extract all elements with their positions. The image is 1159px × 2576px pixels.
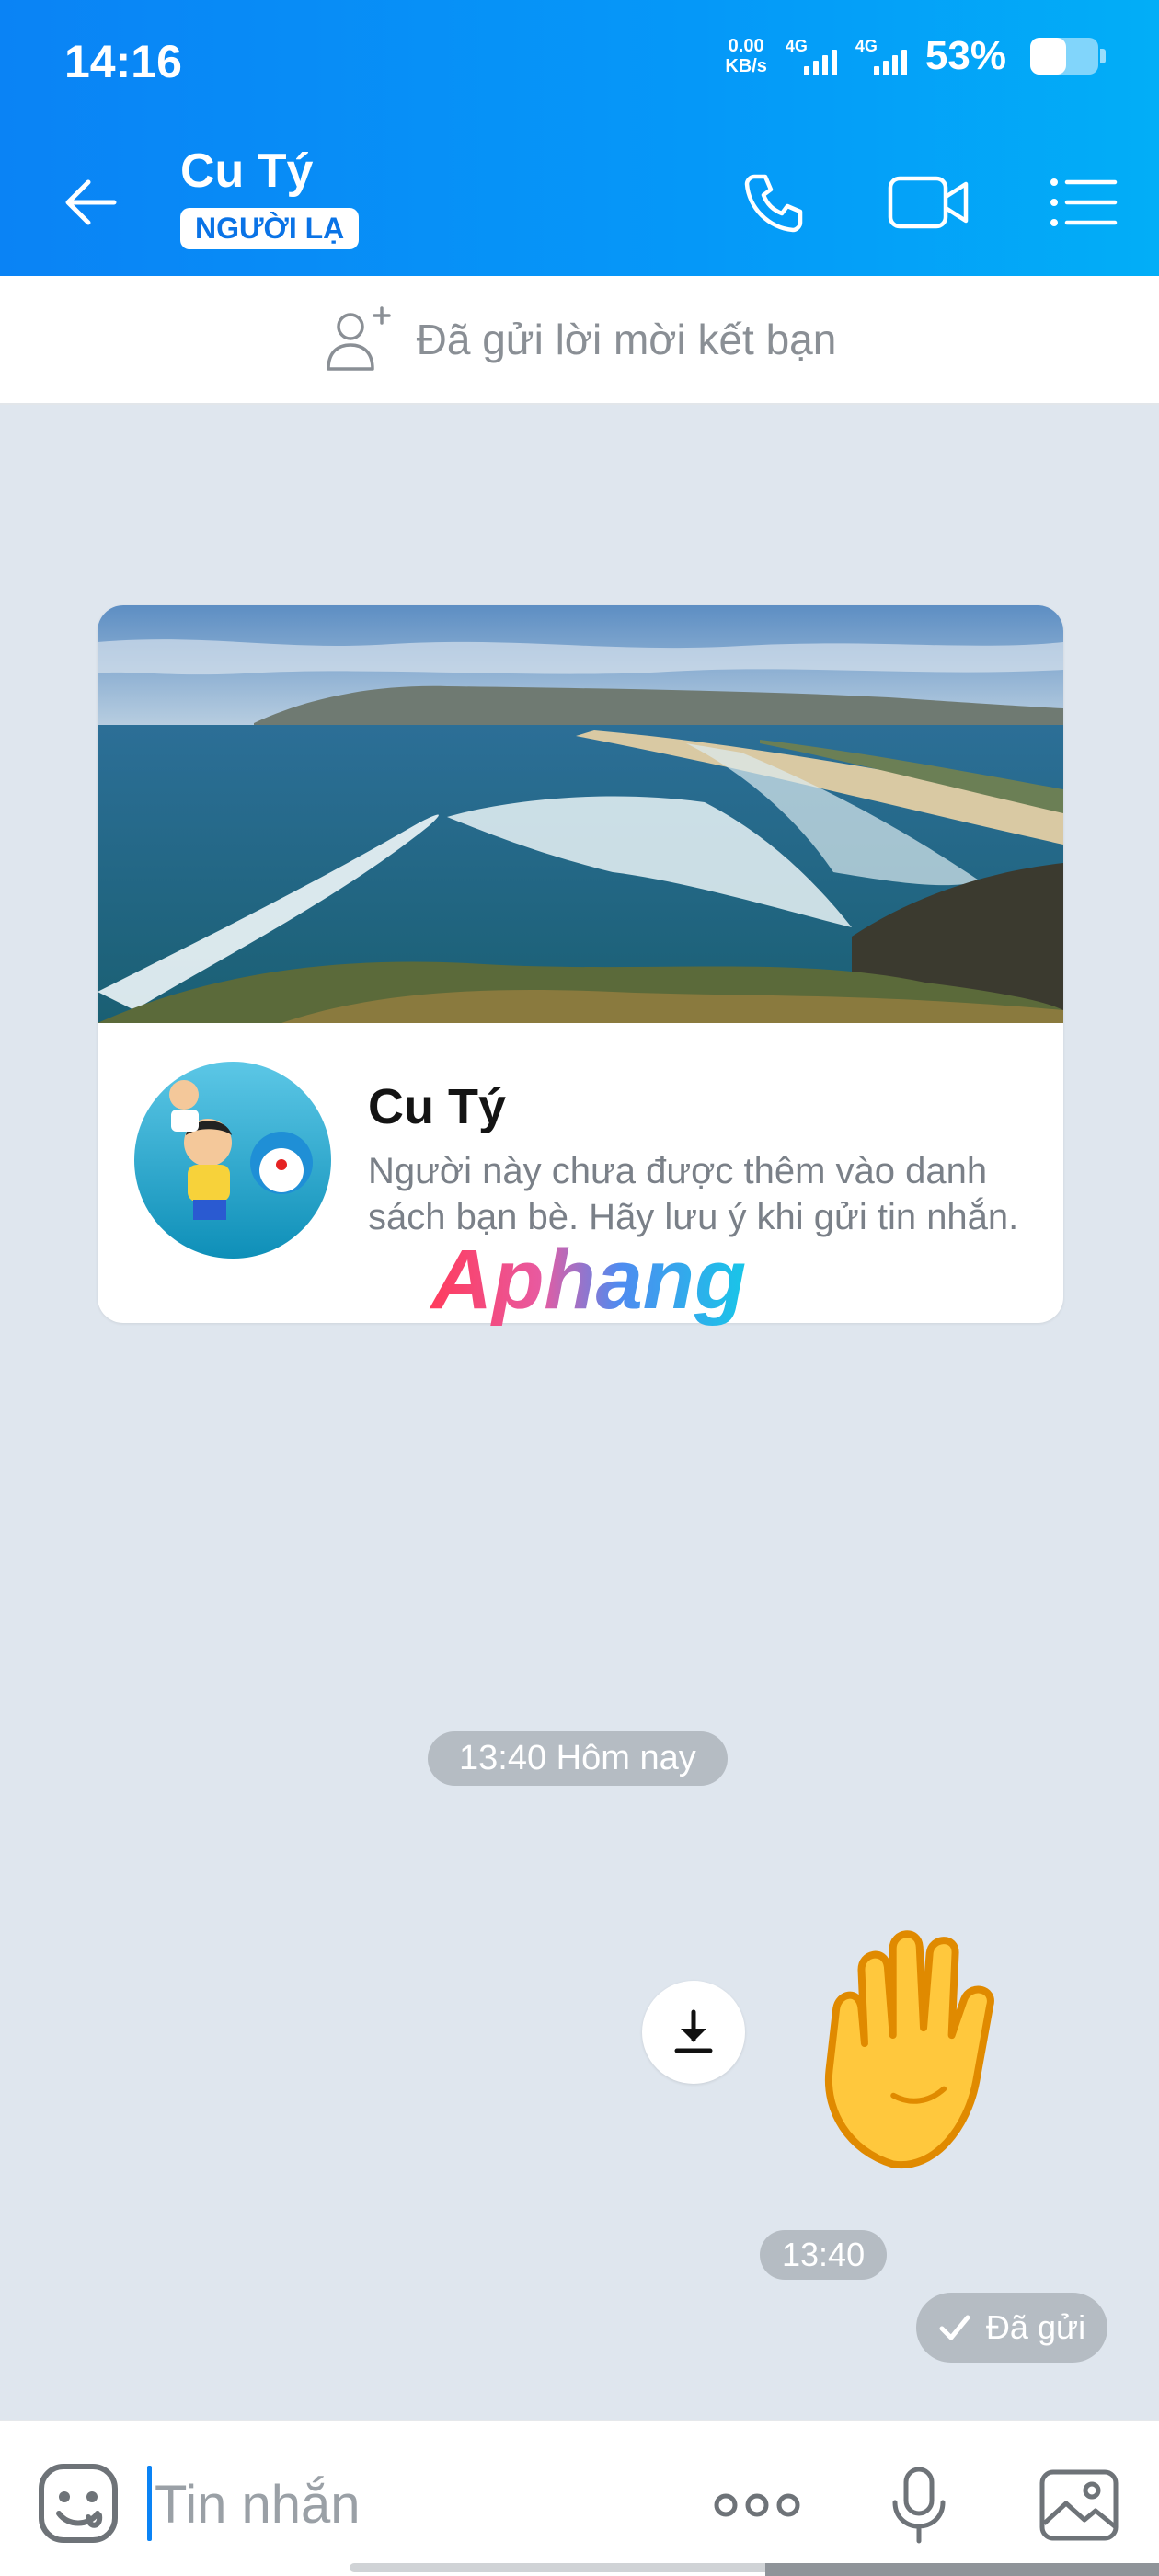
stranger-badge: NGƯỜI LẠ (180, 208, 360, 249)
status-bar: 14:16 0.00 KB/s 4G 4G 53% (0, 0, 1159, 129)
battery-icon (1030, 38, 1106, 75)
svg-text:Aphang: Aphang (430, 1233, 746, 1327)
status-indicators: 0.00 KB/s 4G 4G 53% (725, 33, 1106, 79)
date-divider: 13:40 Hôm nay (428, 1731, 728, 1786)
menu-button[interactable] (1036, 155, 1131, 250)
friend-request-text: Đã gửi lời mời kết bạn (416, 316, 837, 363)
image-icon (1039, 2469, 1119, 2541)
phone-icon (744, 174, 803, 233)
image-button[interactable] (1028, 2455, 1130, 2556)
list-menu-icon (1050, 178, 1118, 226)
sent-status-badge: Đã gửi (916, 2293, 1107, 2363)
watermark-logo: Aphang (430, 1233, 746, 1327)
sim2-signal-icon: 4G (855, 33, 907, 79)
arrow-left-icon (65, 179, 117, 225)
sim1-signal-icon: 4G (786, 33, 837, 79)
card-contact-name: Cu Tý (368, 1079, 507, 1134)
check-icon (939, 2315, 970, 2340)
contact-avatar[interactable] (134, 1062, 331, 1259)
call-button[interactable] (727, 155, 822, 250)
add-person-icon (326, 306, 391, 371)
microphone-icon (892, 2467, 946, 2544)
message-time: 13:40 (760, 2230, 888, 2280)
network-speed: 0.00 KB/s (725, 36, 767, 76)
emoji-icon[interactable] (37, 2462, 120, 2545)
message-input-bar (0, 2420, 1159, 2576)
home-indicator (765, 2563, 1159, 2576)
battery-percent: 53% (924, 33, 1006, 78)
waving-hand-sticker[interactable] (789, 1914, 1074, 2171)
video-camera-icon (888, 176, 969, 229)
more-button[interactable] (706, 2455, 808, 2556)
card-description: Người này chưa được thêm vào danh sách b… (368, 1151, 1019, 1237)
chat-header: 14:16 0.00 KB/s 4G 4G 53% Cu Tý NGƯỜI LẠ (0, 0, 1159, 276)
cover-photo (98, 605, 1063, 1023)
message-input[interactable] (155, 2458, 651, 2550)
download-button[interactable] (642, 1981, 745, 2084)
status-time: 14:16 (64, 36, 182, 87)
profile-card[interactable]: Cu Tý Người này chưa được thêm vào danh … (98, 605, 1063, 1323)
back-button[interactable] (44, 156, 136, 248)
friend-request-bar: Đã gửi lời mời kết bạn (0, 276, 1159, 405)
download-icon (674, 2009, 713, 2053)
more-icon (714, 2493, 800, 2517)
home-indicator-track (350, 2563, 809, 2572)
contact-name[interactable]: Cu Tý (180, 144, 313, 199)
avatar-image (134, 1062, 331, 1259)
voice-button[interactable] (868, 2455, 970, 2556)
video-call-button[interactable] (881, 155, 977, 250)
text-caret (147, 2466, 152, 2541)
